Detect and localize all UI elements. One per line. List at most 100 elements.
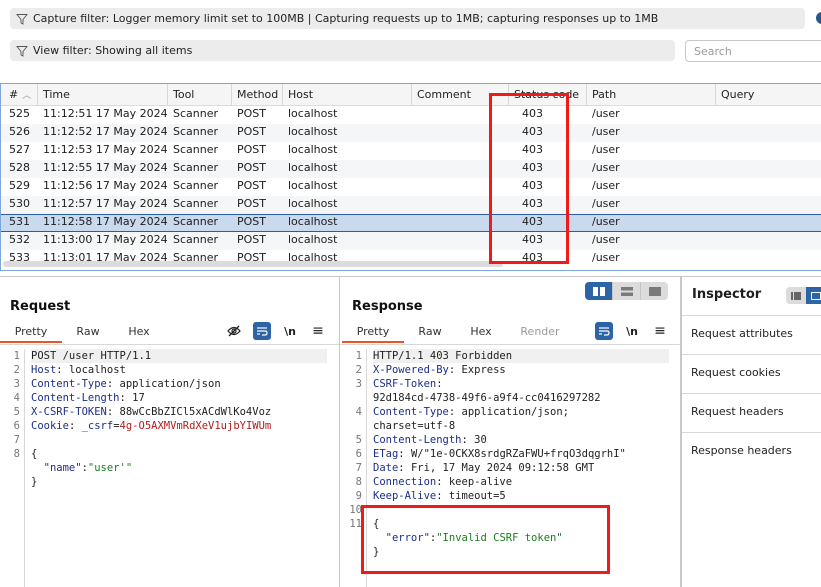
- column-header-method[interactable]: Method: [232, 84, 283, 106]
- response-tab-pretty[interactable]: Pretty: [342, 323, 404, 343]
- row-number: 532: [9, 233, 30, 246]
- word-wrap-icon[interactable]: [253, 322, 271, 340]
- inspector-title: Inspector: [692, 287, 762, 302]
- show-newlines-button[interactable]: \n: [623, 322, 641, 340]
- code-line: Content-Type: application/json;: [373, 405, 669, 419]
- row-time: 11:12:51 17 May 2024: [43, 107, 168, 120]
- column-header-tool[interactable]: Tool: [168, 84, 232, 106]
- header-key: "name": [31, 462, 82, 474]
- code-line: {: [31, 447, 327, 461]
- word-wrap-icon[interactable]: [595, 322, 613, 340]
- row-path: /user: [592, 179, 620, 192]
- request-tabs: Pretty Raw Hex: [0, 323, 164, 343]
- header-key: Connection: [373, 476, 437, 488]
- request-editor[interactable]: 12345678 POST /user HTTP/1.1 Host: localh…: [0, 349, 339, 587]
- header-key: Cookie: [31, 420, 69, 432]
- request-tab-pretty[interactable]: Pretty: [0, 323, 62, 343]
- layout-stacked-button[interactable]: [613, 282, 641, 300]
- hamburger-menu-icon[interactable]: ≡: [309, 322, 327, 340]
- inspector-collapse-button[interactable]: [786, 287, 806, 304]
- row-status-code: 403: [522, 233, 543, 246]
- line-number: 1: [355, 350, 362, 362]
- code-line: HTTP/1.1 403 Forbidden: [373, 349, 669, 363]
- code-text: : Express: [448, 364, 506, 376]
- row-method: POST: [237, 161, 266, 174]
- table-row[interactable]: 527 11:12:53 17 May 2024 Scanner POST localh…: [1, 142, 821, 160]
- table-row[interactable]: 528 11:12:55 17 May 2024 Scanner POST localh…: [1, 160, 821, 178]
- inspector-section-response-headers[interactable]: Response headers: [682, 432, 821, 471]
- code-line: "name":"user'": [31, 461, 327, 475]
- row-number: 527: [9, 143, 30, 156]
- column-header-host[interactable]: Host: [283, 84, 412, 106]
- row-host: localhost: [288, 161, 338, 174]
- horizontal-scrollbar[interactable]: [3, 261, 503, 267]
- column-header-query[interactable]: Query: [716, 84, 821, 106]
- line-number: 3: [355, 378, 362, 390]
- search-input[interactable]: [685, 40, 821, 62]
- row-tool: Scanner: [173, 233, 219, 246]
- row-time: 11:12:56 17 May 2024: [43, 179, 168, 192]
- code-text: :: [436, 378, 443, 390]
- inspector-section-request-headers[interactable]: Request headers: [682, 393, 821, 432]
- row-host: localhost: [288, 143, 338, 156]
- request-tab-hex[interactable]: Hex: [114, 323, 164, 343]
- code-text: POST /user HTTP/1.1: [31, 350, 152, 362]
- row-number: 529: [9, 179, 30, 192]
- inspector-expand-button[interactable]: [806, 287, 821, 304]
- hamburger-menu-icon[interactable]: ≡: [651, 322, 669, 340]
- show-newlines-button[interactable]: \n: [281, 322, 299, 340]
- code-text: }: [373, 546, 380, 558]
- row-status-code: 403: [522, 161, 543, 174]
- line-number: [342, 531, 362, 545]
- layout-single-button[interactable]: [641, 282, 668, 300]
- sort-ascending-icon: ︿: [22, 91, 32, 101]
- layout-side-by-side-button[interactable]: [585, 282, 613, 300]
- inspector-layout-toggle: [786, 287, 821, 304]
- row-host: localhost: [288, 125, 338, 138]
- inspector-section-request-cookies[interactable]: Request cookies: [682, 354, 821, 393]
- table-row[interactable]: 532 11:13:00 17 May 2024 Scanner POST localh…: [1, 232, 821, 250]
- request-tab-raw[interactable]: Raw: [62, 323, 114, 343]
- column-header-comment[interactable]: Comment: [412, 84, 509, 106]
- response-editor[interactable]: 1 2 3 4 5 6 7 8 9 10 11 HTTP/1.1 403 Forbidden X-Po…: [342, 349, 680, 587]
- row-path: /user: [592, 107, 620, 120]
- code-line: "error":"Invalid CSRF token": [373, 531, 669, 545]
- json-string: "user'": [87, 462, 133, 474]
- row-path: /user: [592, 143, 620, 156]
- line-number: [342, 419, 362, 433]
- table-row[interactable]: 529 11:12:56 17 May 2024 Scanner POST localh…: [1, 178, 821, 196]
- response-code: HTTP/1.1 403 Forbidden X-Powered-By: Expr…: [373, 349, 669, 559]
- line-number: [0, 461, 20, 475]
- column-header-status-code[interactable]: Status code: [509, 84, 587, 106]
- response-tab-render[interactable]: Render: [506, 323, 574, 343]
- column-header-time[interactable]: Time: [38, 84, 168, 106]
- table-row[interactable]: 525 11:12:51 17 May 2024 Scanner POST localh…: [1, 106, 821, 124]
- code-line: 92d184cd-4738-49f6-a9f4-cc0416297282: [373, 391, 669, 405]
- response-tab-raw[interactable]: Raw: [404, 323, 456, 343]
- code-text: : localhost: [56, 364, 126, 376]
- info-icon[interactable]: [816, 12, 821, 24]
- line-number: 2: [355, 364, 362, 376]
- response-tab-hex[interactable]: Hex: [456, 323, 506, 343]
- inspector-section-request-attributes[interactable]: Request attributes: [682, 315, 821, 354]
- code-text: }: [31, 476, 38, 488]
- table-row[interactable]: 526 11:12:52 17 May 2024 Scanner POST localh…: [1, 124, 821, 142]
- view-filter-bar[interactable]: View filter: Showing all items: [10, 40, 675, 61]
- row-tool: Scanner: [173, 125, 219, 138]
- table-row[interactable]: 531 11:12:58 17 May 2024 Scanner POST localh…: [1, 214, 821, 232]
- code-text: : 30: [461, 434, 487, 446]
- json-string: "Invalid CSRF token": [436, 532, 563, 544]
- line-number: 6: [13, 420, 20, 432]
- request-response-divider[interactable]: [339, 277, 340, 587]
- capture-filter-bar[interactable]: Capture filter: Logger memory limit set …: [10, 8, 805, 29]
- filter-icon: [16, 45, 28, 57]
- header-key: ETag: [373, 448, 399, 460]
- eye-slash-icon[interactable]: [225, 322, 243, 340]
- column-header-path[interactable]: Path: [587, 84, 716, 106]
- row-tool: Scanner: [173, 161, 219, 174]
- table-row[interactable]: 530 11:12:57 17 May 2024 Scanner POST localh…: [1, 196, 821, 214]
- code-text: :: [68, 420, 82, 432]
- line-number: 10: [349, 504, 362, 516]
- column-header-number[interactable]: # ︿: [4, 84, 38, 106]
